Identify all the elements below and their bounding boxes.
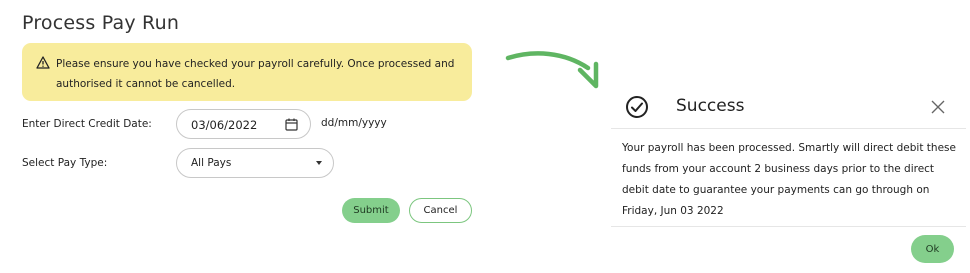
dialog-header-divider xyxy=(611,128,966,129)
warning-triangle-icon xyxy=(36,56,50,69)
dialog-title: Success xyxy=(676,96,745,116)
pay-type-value: All Pays xyxy=(191,157,232,169)
warning-text: Please ensure you have checked your payr… xyxy=(56,58,455,90)
ok-button[interactable]: Ok xyxy=(911,235,954,263)
pay-type-label: Select Pay Type: xyxy=(22,157,108,169)
pay-type-select[interactable]: All Pays xyxy=(176,148,334,178)
date-format-hint: dd/mm/yyyy xyxy=(321,117,387,129)
dialog-message: Your payroll has been processed. Smartly… xyxy=(622,142,956,217)
success-dialog: Success Your payroll has been processed.… xyxy=(611,86,966,273)
page-title: Process Pay Run xyxy=(22,12,180,34)
date-value: 03/06/2022 xyxy=(191,118,258,132)
submit-button[interactable]: Submit xyxy=(342,198,400,223)
curved-arrow-icon xyxy=(505,51,599,89)
close-icon[interactable] xyxy=(931,100,945,114)
cancel-button[interactable]: Cancel xyxy=(409,198,472,223)
calendar-icon[interactable] xyxy=(285,118,298,131)
check-circle-icon xyxy=(626,96,648,118)
dialog-footer-divider xyxy=(611,226,966,227)
warning-banner: Please ensure you have checked your payr… xyxy=(22,43,472,101)
direct-credit-date-input[interactable]: 03/06/2022 xyxy=(176,109,311,139)
chevron-down-icon xyxy=(316,161,322,165)
direct-credit-date-label: Enter Direct Credit Date: xyxy=(22,118,152,130)
